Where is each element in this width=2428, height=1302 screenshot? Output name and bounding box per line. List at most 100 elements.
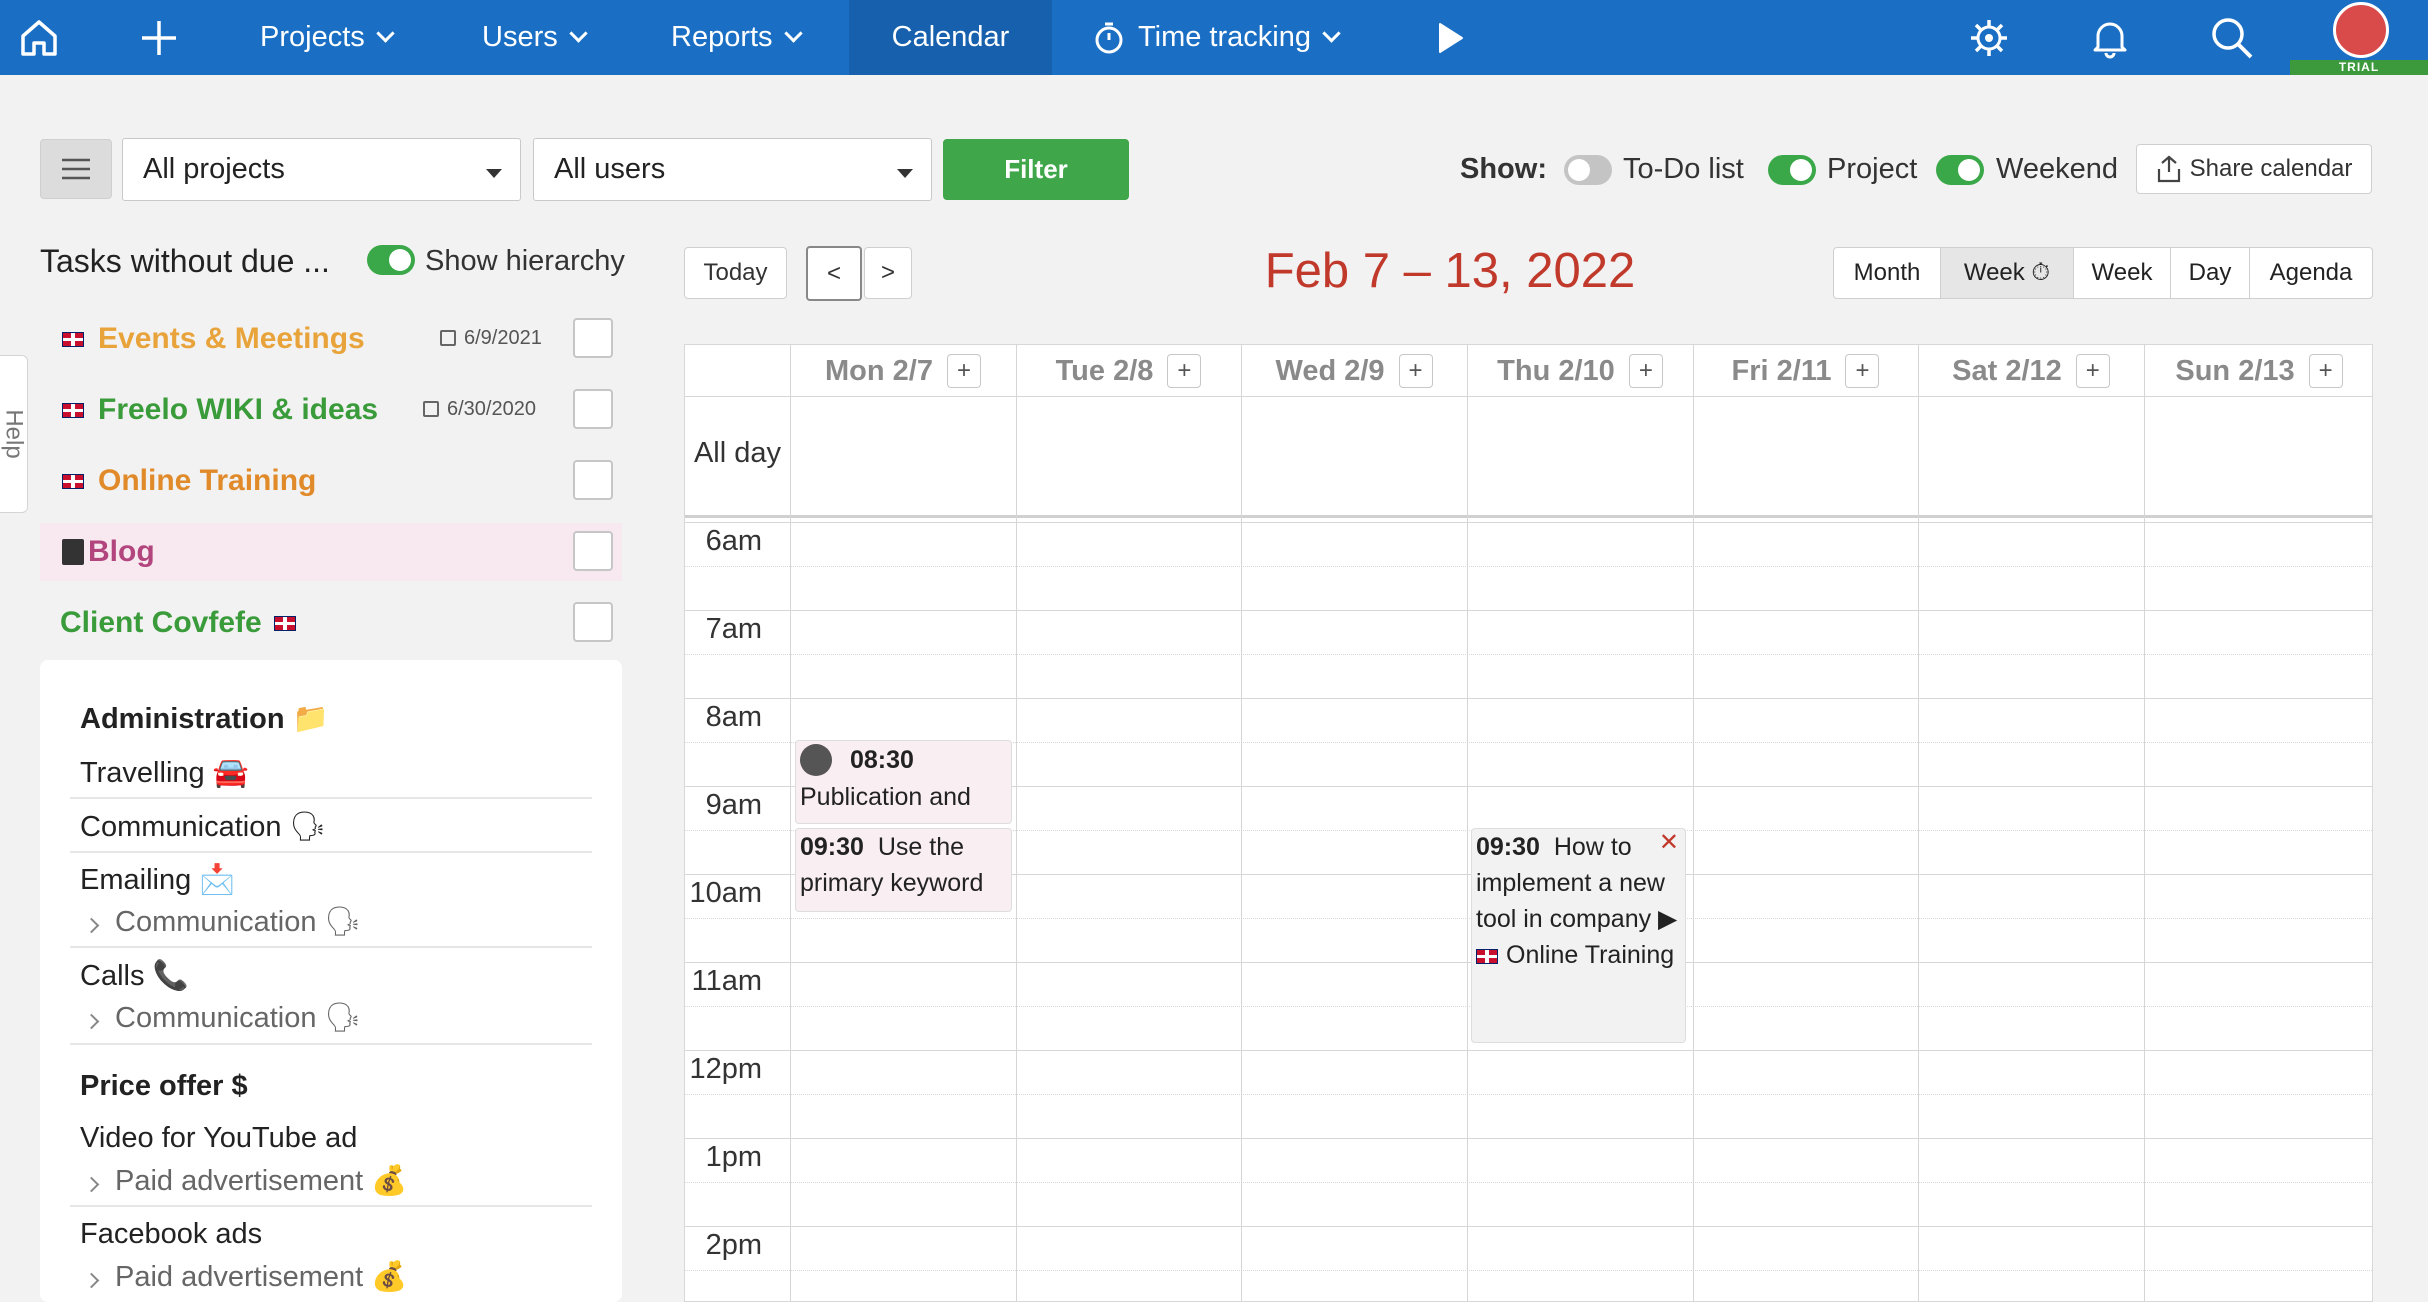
day-header: Tue 2/8 +	[1016, 345, 1241, 397]
chevron-down-icon	[376, 24, 395, 43]
add-event-button[interactable]: +	[946, 354, 981, 388]
uk-flag-icon	[62, 473, 84, 489]
hierarchy-label: Show hierarchy	[425, 245, 625, 277]
nav-users[interactable]: Users	[482, 0, 588, 75]
add-event-button[interactable]: +	[2308, 354, 2343, 388]
hierarchy-toggle[interactable]	[367, 245, 415, 275]
calendar-icon	[440, 330, 456, 346]
chevron-down-icon	[783, 24, 803, 43]
home-icon[interactable]	[18, 0, 62, 75]
add-event-button[interactable]: +	[1845, 354, 1880, 388]
time-label: 2pm	[705, 1229, 762, 1261]
project-checkbox[interactable]	[573, 460, 613, 500]
calendar-grid: Mon 2/7 + Tue 2/8 + Wed 2/9 + Thu 2/10 + Fri…	[684, 344, 2373, 1302]
close-icon[interactable]: ✕	[1659, 831, 1679, 855]
sidebar-project-online-training[interactable]: Online Training	[40, 452, 622, 510]
next-week-button[interactable]: >	[864, 247, 912, 299]
view-week-button[interactable]: Week	[2074, 248, 2171, 298]
task-parent-label: Paid advertisement 💰	[80, 1260, 407, 1294]
add-icon[interactable]	[138, 0, 182, 75]
calendar-event[interactable]: 09:30 How to implement a new tool in com…	[1471, 828, 1686, 1043]
uk-flag-icon	[1476, 948, 1498, 964]
task-facebook-ads[interactable]: Facebook ads	[80, 1218, 262, 1251]
nav-calendar[interactable]: Calendar	[849, 0, 1052, 75]
task-video-youtube[interactable]: Video for YouTube ad	[80, 1122, 357, 1155]
uk-flag-icon	[273, 615, 296, 631]
calendar-event[interactable]: 09:30 Use the primary keyword	[795, 828, 1012, 912]
project-toggle-label: Project	[1827, 153, 1918, 185]
today-button[interactable]: Today	[684, 247, 787, 299]
todo-label: To-Do list	[1623, 153, 1744, 185]
add-event-button[interactable]: +	[1398, 354, 1433, 388]
nav-reports[interactable]: Reports	[671, 0, 803, 75]
uk-flag-icon	[62, 331, 84, 347]
notification-bell-icon[interactable]	[2090, 0, 2130, 75]
avatar	[800, 744, 832, 776]
chevron-right-icon	[83, 917, 100, 934]
task-group-title: Administration 📁	[80, 703, 329, 735]
stopwatch-icon	[1095, 22, 1123, 53]
task-communication[interactable]: Communication 🗣	[80, 810, 326, 844]
share-calendar-button[interactable]: Share calendar	[2136, 144, 2372, 194]
todo-toggle[interactable]	[1564, 155, 1612, 185]
time-label: 11am	[691, 965, 762, 997]
project-select[interactable]: All projects	[122, 138, 521, 201]
task-parent-label: Communication 🗣	[80, 905, 361, 939]
search-icon[interactable]	[2210, 0, 2254, 75]
day-header: Wed 2/9 +	[1241, 345, 1467, 397]
time-label: 9am	[705, 789, 762, 821]
nav-time-tracking[interactable]: Time tracking	[1094, 0, 1341, 75]
calendar-icon	[423, 401, 439, 417]
task-group-title: Price offer $	[80, 1070, 248, 1102]
caret-down-icon	[897, 169, 913, 178]
chevron-down-icon	[1322, 24, 1341, 43]
chevron-right-icon	[83, 1272, 100, 1289]
settings-icon[interactable]	[1968, 0, 2010, 75]
play-icon[interactable]	[1436, 0, 1464, 75]
share-icon	[2157, 155, 2180, 183]
filter-button[interactable]: Filter	[943, 139, 1129, 200]
add-event-button[interactable]: +	[1167, 354, 1202, 388]
task-calls[interactable]: Calls 📞	[80, 959, 189, 993]
trial-badge: TRIAL	[2290, 60, 2428, 75]
view-week-time-button[interactable]: Week ⏱	[1941, 248, 2074, 298]
date-range-title: Feb 7 – 13, 2022	[1264, 244, 1636, 298]
caret-down-icon	[486, 169, 502, 178]
task-travelling[interactable]: Travelling 🚘	[80, 756, 249, 790]
uk-flag-icon	[62, 402, 84, 418]
sidebar-toggle-button[interactable]	[40, 139, 112, 199]
view-agenda-button[interactable]: Agenda	[2250, 248, 2372, 298]
view-day-button[interactable]: Day	[2171, 248, 2250, 298]
due-date: 6/30/2020	[423, 398, 536, 421]
project-checkbox[interactable]	[573, 531, 613, 571]
project-toggle[interactable]	[1768, 155, 1816, 185]
help-tab[interactable]: Help	[0, 355, 28, 513]
prev-week-button[interactable]: <	[806, 246, 862, 301]
task-parent-label: Communication 🗣	[80, 1001, 361, 1035]
avatar[interactable]	[2333, 2, 2389, 58]
user-select[interactable]: All users	[533, 138, 932, 201]
notebook-icon	[62, 539, 84, 565]
sidebar-project-blog[interactable]: Blog	[40, 523, 622, 581]
weekend-toggle[interactable]	[1936, 155, 1984, 185]
day-header: Sun 2/13 +	[2144, 345, 2372, 397]
day-header: Mon 2/7 +	[790, 345, 1016, 397]
task-emailing[interactable]: Emailing 📩	[80, 863, 235, 897]
add-event-button[interactable]: +	[2075, 354, 2110, 388]
project-checkbox[interactable]	[573, 318, 613, 358]
chevron-right-icon	[83, 1013, 100, 1030]
time-label: 8am	[705, 701, 762, 733]
time-label: 12pm	[689, 1053, 762, 1085]
calendar-event[interactable]: 08:30 Publication and	[795, 740, 1012, 824]
add-event-button[interactable]: +	[1628, 354, 1663, 388]
sidebar-project-client-covfefe[interactable]: Client Covfefe	[40, 594, 622, 652]
day-header: Fri 2/11 +	[1693, 345, 1918, 397]
view-month-button[interactable]: Month	[1834, 248, 1941, 298]
top-navigation: Projects Users Reports Calendar Time tra…	[0, 0, 2428, 75]
day-header: Sat 2/12 +	[1918, 345, 2144, 397]
project-checkbox[interactable]	[573, 602, 613, 642]
nav-projects[interactable]: Projects	[260, 0, 395, 75]
project-checkbox[interactable]	[573, 389, 613, 429]
time-label: 1pm	[705, 1141, 762, 1173]
view-switcher: Month Week ⏱ Week Day Agenda	[1833, 247, 2373, 299]
